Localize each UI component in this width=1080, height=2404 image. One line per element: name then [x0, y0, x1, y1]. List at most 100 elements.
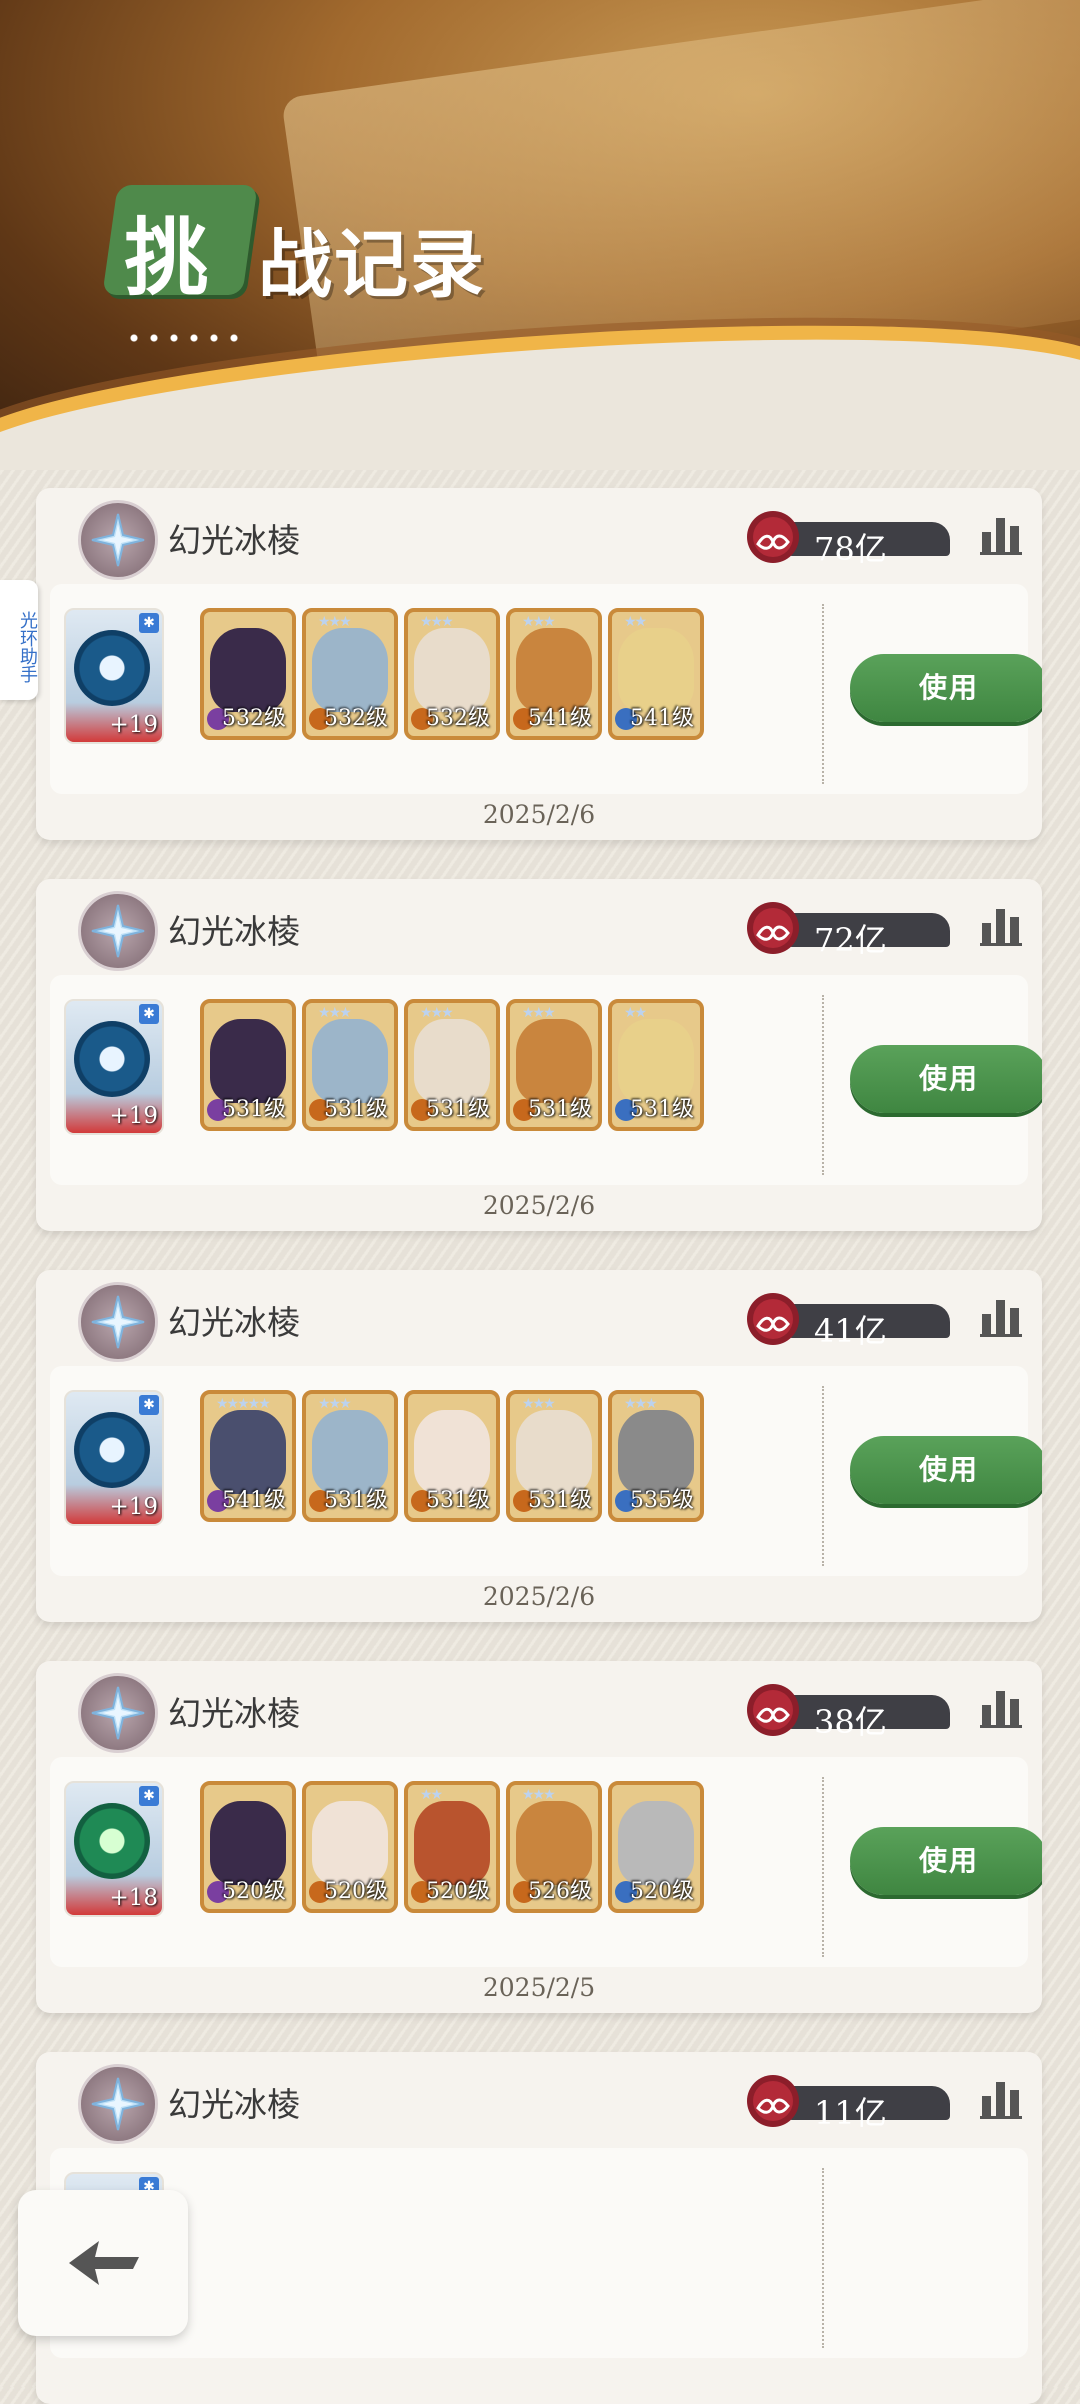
- hero-stars: ★★: [420, 1787, 443, 1803]
- ice-star-icon: [78, 500, 158, 580]
- lineup-panel: ✱: [50, 2148, 1028, 2358]
- hero-level: 531级: [426, 1097, 490, 1122]
- score-display: 72亿: [744, 899, 994, 959]
- hero-slot[interactable]: 520级: [200, 1781, 296, 1913]
- bar-chart-icon[interactable]: [978, 1294, 1024, 1338]
- divider: [822, 1386, 826, 1566]
- score-display: 41亿: [744, 1290, 994, 1350]
- record-date: 2025/2/6: [482, 1191, 596, 1220]
- bar-chart-icon[interactable]: [978, 512, 1024, 556]
- bar-chart-icon[interactable]: [978, 903, 1024, 947]
- hero-slot[interactable]: 531级: [200, 999, 296, 1131]
- record-date: 2025/2/6: [482, 800, 596, 829]
- hero-slot[interactable]: ★★★ 531级: [404, 999, 500, 1131]
- hero-level: 531级: [630, 1097, 694, 1122]
- boss-name: 幻光冰棱: [168, 1303, 300, 1342]
- hero-stars: ★★★: [522, 1787, 556, 1803]
- use-button[interactable]: 使用: [850, 1827, 1042, 1895]
- artifact-slot[interactable]: ✱ +18: [64, 1781, 164, 1917]
- hero-level: 532级: [426, 706, 490, 731]
- hero-stars: ★★★: [522, 1005, 556, 1021]
- hero-stars: ★★★: [318, 614, 352, 630]
- hero-level: 531级: [528, 1488, 592, 1513]
- use-button[interactable]: 使用: [850, 654, 1042, 722]
- hero-stars: ★★★: [420, 1005, 454, 1021]
- boss-name: 幻光冰棱: [168, 1694, 300, 1733]
- score-display: 11亿: [744, 2072, 994, 2132]
- hero-slot[interactable]: ★★★★★ 541级: [200, 1390, 296, 1522]
- record-date: 2025/2/6: [482, 1582, 596, 1611]
- header-banner: 挑 战记录: [0, 0, 1080, 470]
- infinity-emblem-icon: [747, 1684, 799, 1736]
- hero-level: 532级: [324, 706, 388, 731]
- infinity-emblem-icon: [747, 902, 799, 954]
- infinity-emblem-icon: [747, 2075, 799, 2127]
- score-display: 38亿: [744, 1681, 994, 1741]
- snowflake-badge-icon: ✱: [139, 1786, 159, 1806]
- title-dots: [124, 333, 244, 343]
- hero-slot[interactable]: ★★★ 532级: [302, 608, 398, 740]
- hero-slot[interactable]: ★★★ 526级: [506, 1781, 602, 1913]
- hero-slot[interactable]: 520级: [608, 1781, 704, 1913]
- title-text: 战记录: [258, 222, 486, 308]
- hero-slot[interactable]: ★★★ 531级: [302, 1390, 398, 1522]
- record-header: 幻光冰棱 11亿: [36, 2052, 1042, 2144]
- ice-star-icon: [78, 1282, 158, 1362]
- use-button[interactable]: 使用: [850, 1436, 1042, 1504]
- hero-level: 541级: [630, 706, 694, 731]
- hero-slot[interactable]: ★★ 541级: [608, 608, 704, 740]
- hero-slot[interactable]: 520级: [302, 1781, 398, 1913]
- hero-stars: ★★: [624, 1005, 647, 1021]
- hero-level: 532级: [222, 706, 286, 731]
- snowflake-badge-icon: ✱: [139, 1395, 159, 1415]
- boss-name: 幻光冰棱: [168, 912, 300, 951]
- hero-stars: ★★★: [624, 1396, 658, 1412]
- hero-slot[interactable]: ★★★ 535级: [608, 1390, 704, 1522]
- infinity-emblem-icon: [747, 511, 799, 563]
- lineup-panel: ✱ +19 ★★★★★ 541级 ★★★ 531级 531级 ★★★ 531级 …: [50, 1366, 1042, 1576]
- hero-slot[interactable]: ★★★ 531级: [506, 1390, 602, 1522]
- divider: [822, 2168, 826, 2348]
- hero-slot[interactable]: ★★★ 532级: [404, 608, 500, 740]
- hero-level: 531级: [222, 1097, 286, 1122]
- hero-slot[interactable]: ★★ 520级: [404, 1781, 500, 1913]
- score-value: 72亿: [814, 921, 887, 959]
- score-value: 41亿: [814, 1312, 887, 1350]
- lineup-panel: ✱ +18 520级 520级 ★★ 520级 ★★★ 526级 520级 使用: [50, 1757, 1042, 1967]
- hero-stars: ★★★: [420, 614, 454, 630]
- ice-star-icon: [78, 1673, 158, 1753]
- hero-slot[interactable]: 531级: [404, 1390, 500, 1522]
- artifact-rune-icon: [74, 1021, 150, 1097]
- hero-slot[interactable]: ★★★ 531级: [302, 999, 398, 1131]
- use-button[interactable]: 使用: [850, 1045, 1042, 1113]
- side-assistant-tab[interactable]: 光环助手: [0, 580, 38, 700]
- record-header: 幻光冰棱 72亿: [36, 879, 1042, 971]
- record-date: 2025/2/5: [482, 1973, 596, 2002]
- record-header: 幻光冰棱 38亿: [36, 1661, 1042, 1753]
- hero-slot[interactable]: 532级: [200, 608, 296, 740]
- artifact-rune-icon: [74, 630, 150, 706]
- bar-chart-icon[interactable]: [978, 1685, 1024, 1729]
- lineup-panel: ✱ +19 531级 ★★★ 531级 ★★★ 531级 ★★★ 531级 ★★…: [50, 975, 1042, 1185]
- hero-level: 535级: [630, 1488, 694, 1513]
- back-button[interactable]: [18, 2190, 188, 2336]
- divider: [822, 1777, 826, 1957]
- hero-slot[interactable]: ★★★ 531级: [506, 999, 602, 1131]
- record-card: 幻光冰棱 72亿 ✱ +19 531级 ★★★ 531级 ★★★ 531级 ★★…: [36, 879, 1042, 1231]
- artifact-slot[interactable]: ✱ +19: [64, 608, 164, 744]
- hero-level: 520级: [324, 1879, 388, 1904]
- artifact-slot[interactable]: ✱ +19: [64, 999, 164, 1135]
- bar-chart-icon[interactable]: [978, 2076, 1024, 2120]
- score-value: 11亿: [814, 2094, 887, 2132]
- artifact-slot[interactable]: ✱ +19: [64, 1390, 164, 1526]
- artifact-plus: +18: [109, 1885, 158, 1911]
- record-card: 幻光冰棱 78亿 ✱ +19 532级 ★★★ 532级 ★★★ 532级 ★★…: [36, 488, 1042, 840]
- artifact-plus: +19: [109, 712, 158, 738]
- hero-slot[interactable]: ★★ 531级: [608, 999, 704, 1131]
- hero-slot[interactable]: ★★★ 541级: [506, 608, 602, 740]
- hero-level: 520级: [426, 1879, 490, 1904]
- hero-stars: ★★: [624, 614, 647, 630]
- infinity-emblem-icon: [747, 1293, 799, 1345]
- hero-stars: ★★★: [522, 614, 556, 630]
- hero-level: 531级: [324, 1097, 388, 1122]
